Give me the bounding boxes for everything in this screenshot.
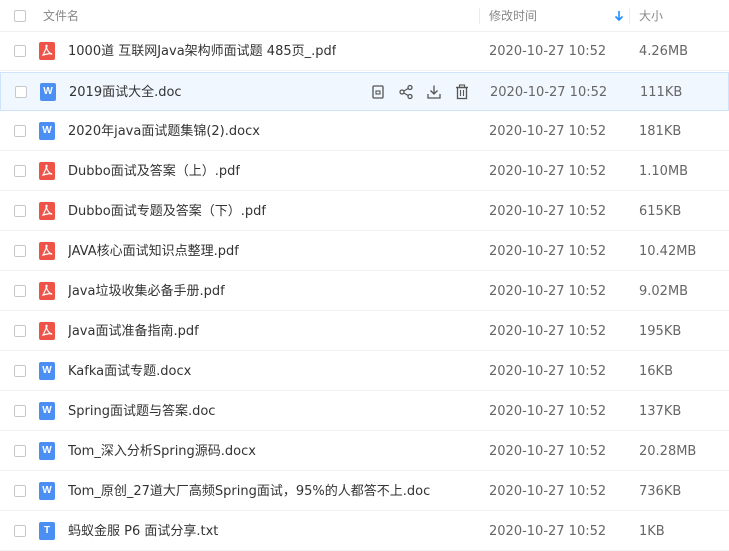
- file-name-link[interactable]: Kafka面试专题.docx: [68, 352, 191, 391]
- file-modified-date: 2020-10-27 10:52: [489, 484, 607, 499]
- pdf-file-icon: [39, 282, 55, 300]
- row-checkbox[interactable]: [15, 86, 27, 98]
- delete-icon[interactable]: [453, 83, 471, 101]
- arrow-down-icon[interactable]: [613, 9, 625, 23]
- file-name-link[interactable]: 1000道 互联网Java架构师面试题 485页_.pdf: [68, 32, 336, 71]
- file-modified-date: 2020-10-27 10:52: [489, 44, 607, 59]
- file-row[interactable]: T 蚂蚁金服 P6 面试分享.txt 2020-10-27 10:52 1KB: [0, 512, 729, 551]
- file-name-link[interactable]: 2020年java面试题集锦(2).docx: [68, 112, 260, 151]
- file-size: 111KB: [640, 85, 683, 100]
- file-name-link[interactable]: Spring面试题与答案.doc: [68, 392, 215, 431]
- file-modified-date: 2020-10-27 10:52: [489, 244, 607, 259]
- file-row[interactable]: JAVA核心面试知识点整理.pdf 2020-10-27 10:52 10.42MB: [0, 232, 729, 271]
- file-row[interactable]: W Kafka面试专题.docx 2020-10-27 10:52 16KB: [0, 352, 729, 391]
- file-size: 181KB: [639, 124, 682, 139]
- pdf-file-icon: [39, 42, 55, 60]
- row-checkbox[interactable]: [14, 205, 26, 217]
- file-name-link[interactable]: Tom_原创_27道大厂高频Spring面试，95%的人都答不上.doc: [68, 472, 430, 511]
- row-checkbox[interactable]: [14, 485, 26, 497]
- file-row[interactable]: W 2020年java面试题集锦(2).docx 2020-10-27 10:52 1…: [0, 112, 729, 151]
- word-file-icon: W: [39, 442, 55, 460]
- word-file-icon: W: [39, 402, 55, 420]
- file-name-link[interactable]: JAVA核心面试知识点整理.pdf: [68, 232, 239, 271]
- file-name-link[interactable]: Java面试准备指南.pdf: [68, 312, 199, 351]
- file-size: 4.26MB: [639, 44, 689, 59]
- pdf-file-icon: [39, 322, 55, 340]
- row-checkbox[interactable]: [14, 365, 26, 377]
- file-size: 615KB: [639, 204, 682, 219]
- file-modified-date: 2020-10-27 10:52: [489, 524, 607, 539]
- file-size: 1.10MB: [639, 164, 689, 179]
- column-header-size[interactable]: 大小: [639, 0, 663, 32]
- file-name-link[interactable]: 2019面试大全.doc: [69, 73, 182, 112]
- file-size: 16KB: [639, 364, 673, 379]
- file-row[interactable]: Dubbo面试及答案（上）.pdf 2020-10-27 10:52 1.10MB: [0, 152, 729, 191]
- file-name-link[interactable]: Dubbo面试及答案（上）.pdf: [68, 152, 240, 191]
- file-modified-date: 2020-10-27 10:52: [489, 444, 607, 459]
- pdf-file-icon: [39, 242, 55, 260]
- file-modified-date: 2020-10-27 10:52: [489, 364, 607, 379]
- file-modified-date: 2020-10-27 10:52: [489, 204, 607, 219]
- file-row[interactable]: W Tom_深入分析Spring源码.docx 2020-10-27 10:52 20…: [0, 432, 729, 471]
- file-modified-date: 2020-10-27 10:52: [489, 404, 607, 419]
- word-file-icon: W: [39, 122, 55, 140]
- row-checkbox[interactable]: [14, 45, 26, 57]
- file-size: 1KB: [639, 524, 665, 539]
- file-modified-date: 2020-10-27 10:52: [489, 164, 607, 179]
- word-file-icon: W: [39, 362, 55, 380]
- file-size: 20.28MB: [639, 444, 697, 459]
- file-modified-date: 2020-10-27 10:52: [489, 124, 607, 139]
- file-name-link[interactable]: Tom_深入分析Spring源码.docx: [68, 432, 256, 471]
- file-list-header: 文件名 修改时间 大小: [0, 0, 729, 32]
- column-divider: [629, 8, 630, 24]
- row-checkbox[interactable]: [14, 285, 26, 297]
- file-modified-date: 2020-10-27 10:52: [489, 284, 607, 299]
- file-size: 137KB: [639, 404, 682, 419]
- column-divider: [479, 8, 480, 24]
- file-row[interactable]: W 2019面试大全.doc 2020-10-27 10:52 111KB: [0, 72, 729, 111]
- file-size: 9.02MB: [639, 284, 689, 299]
- file-name-link[interactable]: Dubbo面试专题及答案（下）.pdf: [68, 192, 266, 231]
- copy-icon[interactable]: [369, 83, 387, 101]
- file-size: 736KB: [639, 484, 682, 499]
- row-checkbox[interactable]: [14, 245, 26, 257]
- share-icon[interactable]: [397, 83, 415, 101]
- file-name-link[interactable]: 蚂蚁金服 P6 面试分享.txt: [68, 512, 218, 551]
- row-checkbox[interactable]: [14, 125, 26, 137]
- file-row[interactable]: W Tom_原创_27道大厂高频Spring面试，95%的人都答不上.doc 202…: [0, 472, 729, 511]
- column-header-name[interactable]: 文件名: [43, 0, 79, 32]
- file-row[interactable]: Java垃圾收集必备手册.pdf 2020-10-27 10:52 9.02MB: [0, 272, 729, 311]
- row-checkbox[interactable]: [14, 445, 26, 457]
- file-row[interactable]: 1000道 互联网Java架构师面试题 485页_.pdf 2020-10-27 …: [0, 32, 729, 71]
- column-header-date[interactable]: 修改时间: [489, 0, 537, 32]
- file-name-link[interactable]: Java垃圾收集必备手册.pdf: [68, 272, 225, 311]
- word-file-icon: W: [40, 83, 56, 101]
- file-row[interactable]: Java面试准备指南.pdf 2020-10-27 10:52 195KB: [0, 312, 729, 351]
- file-size: 10.42MB: [639, 244, 697, 259]
- text-file-icon: T: [39, 522, 55, 540]
- file-row[interactable]: W Spring面试题与答案.doc 2020-10-27 10:52 137KB: [0, 392, 729, 431]
- file-modified-date: 2020-10-27 10:52: [490, 85, 608, 100]
- file-modified-date: 2020-10-27 10:52: [489, 324, 607, 339]
- download-icon[interactable]: [425, 83, 443, 101]
- pdf-file-icon: [39, 202, 55, 220]
- row-checkbox[interactable]: [14, 165, 26, 177]
- row-checkbox[interactable]: [14, 525, 26, 537]
- select-all-checkbox[interactable]: [14, 10, 26, 22]
- file-row[interactable]: Dubbo面试专题及答案（下）.pdf 2020-10-27 10:52 615KB: [0, 192, 729, 231]
- pdf-file-icon: [39, 162, 55, 180]
- row-checkbox[interactable]: [14, 405, 26, 417]
- row-checkbox[interactable]: [14, 325, 26, 337]
- file-size: 195KB: [639, 324, 682, 339]
- word-file-icon: W: [39, 482, 55, 500]
